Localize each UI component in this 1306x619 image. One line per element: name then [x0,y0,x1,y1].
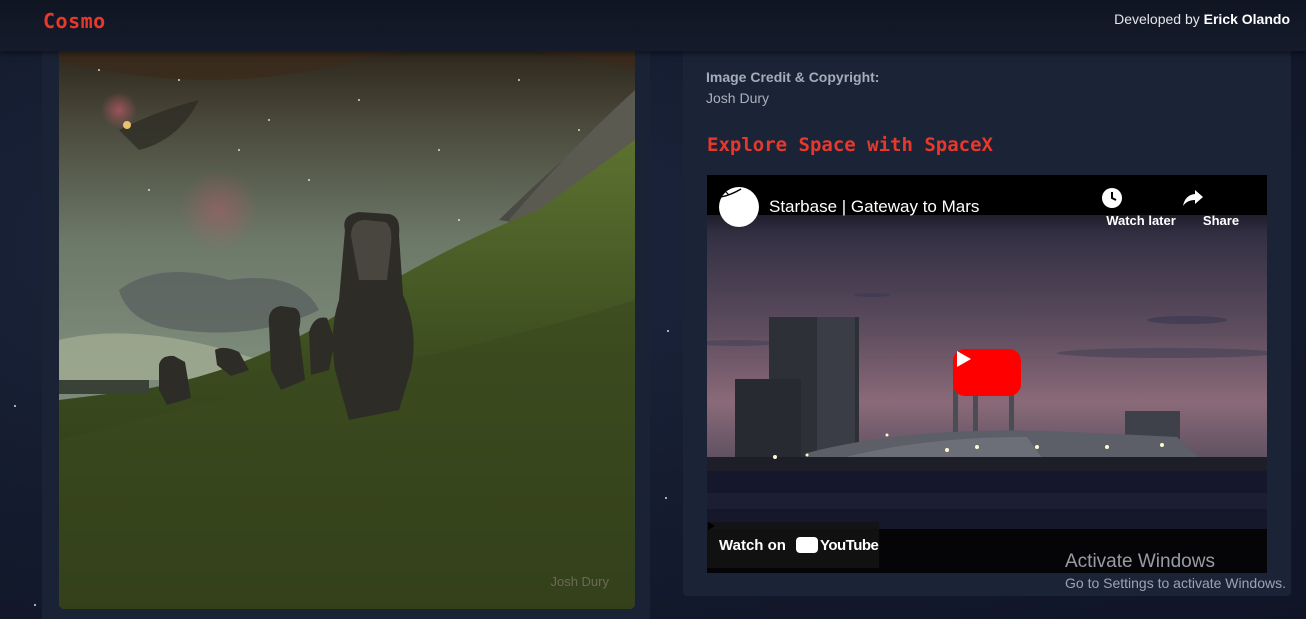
clock-icon [1101,187,1181,213]
spacex-heading: Explore Space with SpaceX [707,134,993,156]
youtube-play-icon [708,522,818,553]
share-label: Share [1202,213,1240,228]
youtube-wordmark: YouTube [819,536,879,554]
youtube-embed[interactable]: Starbase | Gateway to Mars Watch later S… [707,175,1267,573]
spacex-logo-icon [720,188,742,198]
photo-watermark: Josh Dury [550,574,609,589]
developer-name[interactable]: Erick Olando [1204,11,1290,27]
star [14,405,16,407]
credit-name: Josh Dury [706,90,770,106]
top-navbar: Cosmo Developed by Erick Olando [0,0,1306,51]
activate-windows-watermark: Activate Windows Go to Settings to activ… [1065,551,1286,591]
watch-on-youtube-button[interactable]: Watch on YouTube [707,522,879,568]
spacex-channel-avatar[interactable] [719,187,759,227]
share-icon [1181,187,1261,213]
star [34,604,36,606]
developer-credit: Developed by Erick Olando [1114,11,1290,27]
youtube-logo: YouTube [708,522,879,554]
activate-windows-title: Activate Windows [1065,551,1215,572]
apod-image[interactable]: Josh Dury [59,40,635,609]
credit-label: Image Credit & Copyright: [706,69,880,85]
watch-later-button[interactable]: Watch later [1101,187,1181,228]
play-button[interactable] [953,349,1021,396]
developer-prefix: Developed by [1114,11,1200,27]
activate-windows-hint: Go to Settings to activate Windows. [1065,575,1286,591]
brand-logo[interactable]: Cosmo [43,9,106,33]
video-title[interactable]: Starbase | Gateway to Mars [769,197,979,217]
star [665,497,667,499]
watch-later-label: Watch later [1106,213,1176,228]
share-button[interactable]: Share [1181,187,1261,228]
play-icon [957,351,971,367]
star [667,330,669,332]
watch-on-label: Watch on [719,536,786,554]
